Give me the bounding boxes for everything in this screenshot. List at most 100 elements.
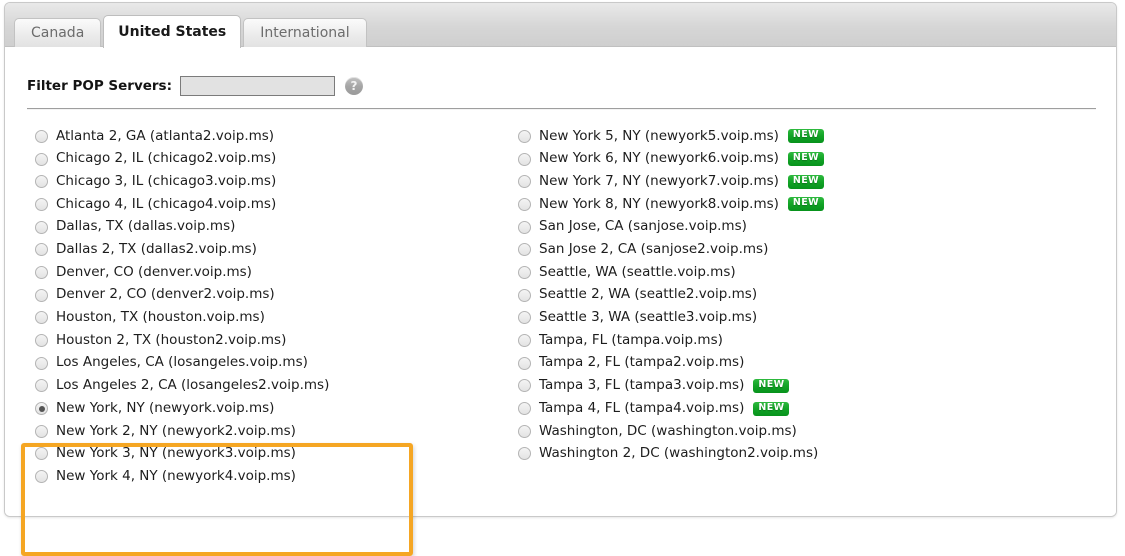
new-badge: NEW xyxy=(787,174,825,189)
radio-button-icon[interactable] xyxy=(35,447,48,461)
server-option-label: Denver 2, CO (denver2.voip.ms) xyxy=(56,286,275,303)
radio-button-icon[interactable] xyxy=(35,334,48,348)
server-list-right: New York 5, NY (newyork5.voip.ms) NEW New … xyxy=(518,125,988,465)
server-columns: Atlanta 2, GA (atlanta2.voip.ms) Chicago … xyxy=(5,125,1116,516)
radio-button-icon[interactable] xyxy=(518,175,531,189)
filter-label: Filter POP Servers: xyxy=(27,78,172,94)
filter-pop-servers-input[interactable] xyxy=(180,76,335,96)
server-option-label: Washington, DC (washington.voip.ms) xyxy=(539,422,797,439)
pop-server-window: Canada United States International Filter … xyxy=(4,2,1117,556)
radio-button-icon[interactable] xyxy=(35,175,48,189)
server-option[interactable]: New York, NY (newyork.voip.ms) xyxy=(35,397,495,420)
server-option-label: New York 8, NY (newyork8.voip.ms) xyxy=(539,195,779,212)
section-divider xyxy=(27,108,1096,110)
radio-button-icon[interactable] xyxy=(518,424,531,438)
server-option-label: New York, NY (newyork.voip.ms) xyxy=(56,399,275,416)
server-option-label: Houston 2, TX (houston2.voip.ms) xyxy=(56,331,287,348)
server-option-label: New York 5, NY (newyork5.voip.ms) xyxy=(539,127,779,144)
radio-button-icon[interactable] xyxy=(35,220,48,234)
radio-button-icon[interactable] xyxy=(518,220,531,234)
server-option[interactable]: Dallas 2, TX (dallas2.voip.ms) xyxy=(35,238,495,261)
server-option[interactable]: Houston, TX (houston.voip.ms) xyxy=(35,307,495,330)
server-option[interactable]: Los Angeles 2, CA (losangeles2.voip.ms) xyxy=(35,375,495,398)
radio-button-icon[interactable] xyxy=(518,334,531,348)
server-option[interactable]: Washington 2, DC (washington2.voip.ms) xyxy=(518,443,988,466)
radio-button-icon[interactable] xyxy=(518,152,531,166)
radio-button-icon[interactable] xyxy=(518,265,531,279)
radio-button-icon[interactable] xyxy=(35,356,48,370)
radio-button-icon[interactable] xyxy=(35,379,48,393)
help-question-icon[interactable]: ? xyxy=(345,77,363,95)
server-option[interactable]: San Jose, CA (sanjose.voip.ms) xyxy=(518,216,988,239)
server-option[interactable]: Denver 2, CO (denver2.voip.ms) xyxy=(35,284,495,307)
server-option[interactable]: Chicago 4, IL (chicago4.voip.ms) xyxy=(35,193,495,216)
tab-international[interactable]: International xyxy=(243,18,367,47)
server-option[interactable]: Tampa 2, FL (tampa2.voip.ms) xyxy=(518,352,988,375)
radio-button-icon[interactable] xyxy=(35,470,48,484)
radio-button-icon[interactable] xyxy=(518,447,531,461)
server-option-label: Los Angeles, CA (losangeles.voip.ms) xyxy=(56,354,308,371)
radio-button-icon[interactable] xyxy=(35,243,48,257)
server-option[interactable]: Tampa, FL (tampa.voip.ms) xyxy=(518,329,988,352)
radio-button-icon[interactable] xyxy=(35,129,48,143)
server-option-label: Seattle, WA (seattle.voip.ms) xyxy=(539,263,736,280)
radio-button-icon[interactable] xyxy=(518,288,531,302)
tab-panel-united-states: Filter POP Servers: ? Atlanta 2, GA (atl… xyxy=(5,47,1116,556)
radio-button-icon[interactable] xyxy=(518,197,531,211)
server-option[interactable]: Chicago 3, IL (chicago3.voip.ms) xyxy=(35,170,495,193)
radio-button-icon[interactable] xyxy=(35,311,48,325)
radio-button-icon[interactable] xyxy=(35,424,48,438)
radio-button-icon[interactable] xyxy=(518,379,531,393)
server-option-label: Chicago 3, IL (chicago3.voip.ms) xyxy=(56,172,277,189)
radio-button-icon[interactable] xyxy=(518,129,531,143)
tab-united-states[interactable]: United States xyxy=(103,15,242,48)
server-option[interactable]: Washington, DC (washington.voip.ms) xyxy=(518,420,988,443)
radio-button-icon[interactable] xyxy=(518,402,531,416)
server-option[interactable]: Tampa 4, FL (tampa4.voip.ms) NEW xyxy=(518,397,988,420)
server-option[interactable]: New York 4, NY (newyork4.voip.ms) xyxy=(35,465,495,488)
server-option[interactable]: New York 8, NY (newyork8.voip.ms) NEW xyxy=(518,193,988,216)
server-option[interactable]: New York 6, NY (newyork6.voip.ms) NEW xyxy=(518,148,988,171)
server-option[interactable]: Los Angeles, CA (losangeles.voip.ms) xyxy=(35,352,495,375)
radio-button-icon[interactable] xyxy=(518,356,531,370)
server-option-label: Los Angeles 2, CA (losangeles2.voip.ms) xyxy=(56,377,330,394)
server-option-label: Denver, CO (denver.voip.ms) xyxy=(56,263,252,280)
server-option[interactable]: Seattle 2, WA (seattle2.voip.ms) xyxy=(518,284,988,307)
server-option-label: New York 6, NY (newyork6.voip.ms) xyxy=(539,150,779,167)
server-option[interactable]: New York 2, NY (newyork2.voip.ms) xyxy=(35,420,495,443)
server-option[interactable]: New York 7, NY (newyork7.voip.ms) NEW xyxy=(518,170,988,193)
server-option[interactable]: Chicago 2, IL (chicago2.voip.ms) xyxy=(35,148,495,171)
radio-button-icon[interactable] xyxy=(35,197,48,211)
server-option[interactable]: New York 5, NY (newyork5.voip.ms) NEW xyxy=(518,125,988,148)
radio-button-icon[interactable] xyxy=(518,311,531,325)
server-option[interactable]: New York 3, NY (newyork3.voip.ms) xyxy=(35,443,495,466)
server-option-label: Washington 2, DC (washington2.voip.ms) xyxy=(539,445,819,462)
server-option-label: New York 3, NY (newyork3.voip.ms) xyxy=(56,445,296,462)
new-badge: NEW xyxy=(753,401,790,416)
radio-button-icon[interactable] xyxy=(518,243,531,257)
tab-list: Canada United States International xyxy=(14,15,369,48)
server-option[interactable]: Seattle, WA (seattle.voip.ms) xyxy=(518,261,988,284)
server-option-label: New York 4, NY (newyork4.voip.ms) xyxy=(56,467,296,484)
server-option[interactable]: Dallas, TX (dallas.voip.ms) xyxy=(35,216,495,239)
server-option[interactable]: Tampa 3, FL (tampa3.voip.ms) NEW xyxy=(518,375,988,398)
radio-button-icon[interactable] xyxy=(35,152,48,166)
server-option-label: Tampa, FL (tampa.voip.ms) xyxy=(539,331,723,348)
server-option[interactable]: Seattle 3, WA (seattle3.voip.ms) xyxy=(518,307,988,330)
tab-strip: Canada United States International xyxy=(5,3,1116,48)
tab-canada[interactable]: Canada xyxy=(14,18,102,47)
server-option[interactable]: Denver, CO (denver.voip.ms) xyxy=(35,261,495,284)
radio-button-icon[interactable] xyxy=(35,265,48,279)
server-option[interactable]: Atlanta 2, GA (atlanta2.voip.ms) xyxy=(35,125,495,148)
server-option[interactable]: San Jose 2, CA (sanjose2.voip.ms) xyxy=(518,238,988,261)
server-option-label: Tampa 3, FL (tampa3.voip.ms) xyxy=(539,377,745,394)
radio-button-icon[interactable] xyxy=(35,402,48,416)
radio-button-icon[interactable] xyxy=(35,288,48,302)
server-option[interactable]: Houston 2, TX (houston2.voip.ms) xyxy=(35,329,495,352)
server-option-label: Tampa 4, FL (tampa4.voip.ms) xyxy=(539,399,745,416)
server-option-label: Houston, TX (houston.voip.ms) xyxy=(56,309,265,326)
server-option-label: Seattle 3, WA (seattle3.voip.ms) xyxy=(539,309,758,326)
server-option-label: Tampa 2, FL (tampa2.voip.ms) xyxy=(539,354,745,371)
new-badge: NEW xyxy=(787,197,825,212)
server-option-label: Chicago 4, IL (chicago4.voip.ms) xyxy=(56,195,277,212)
